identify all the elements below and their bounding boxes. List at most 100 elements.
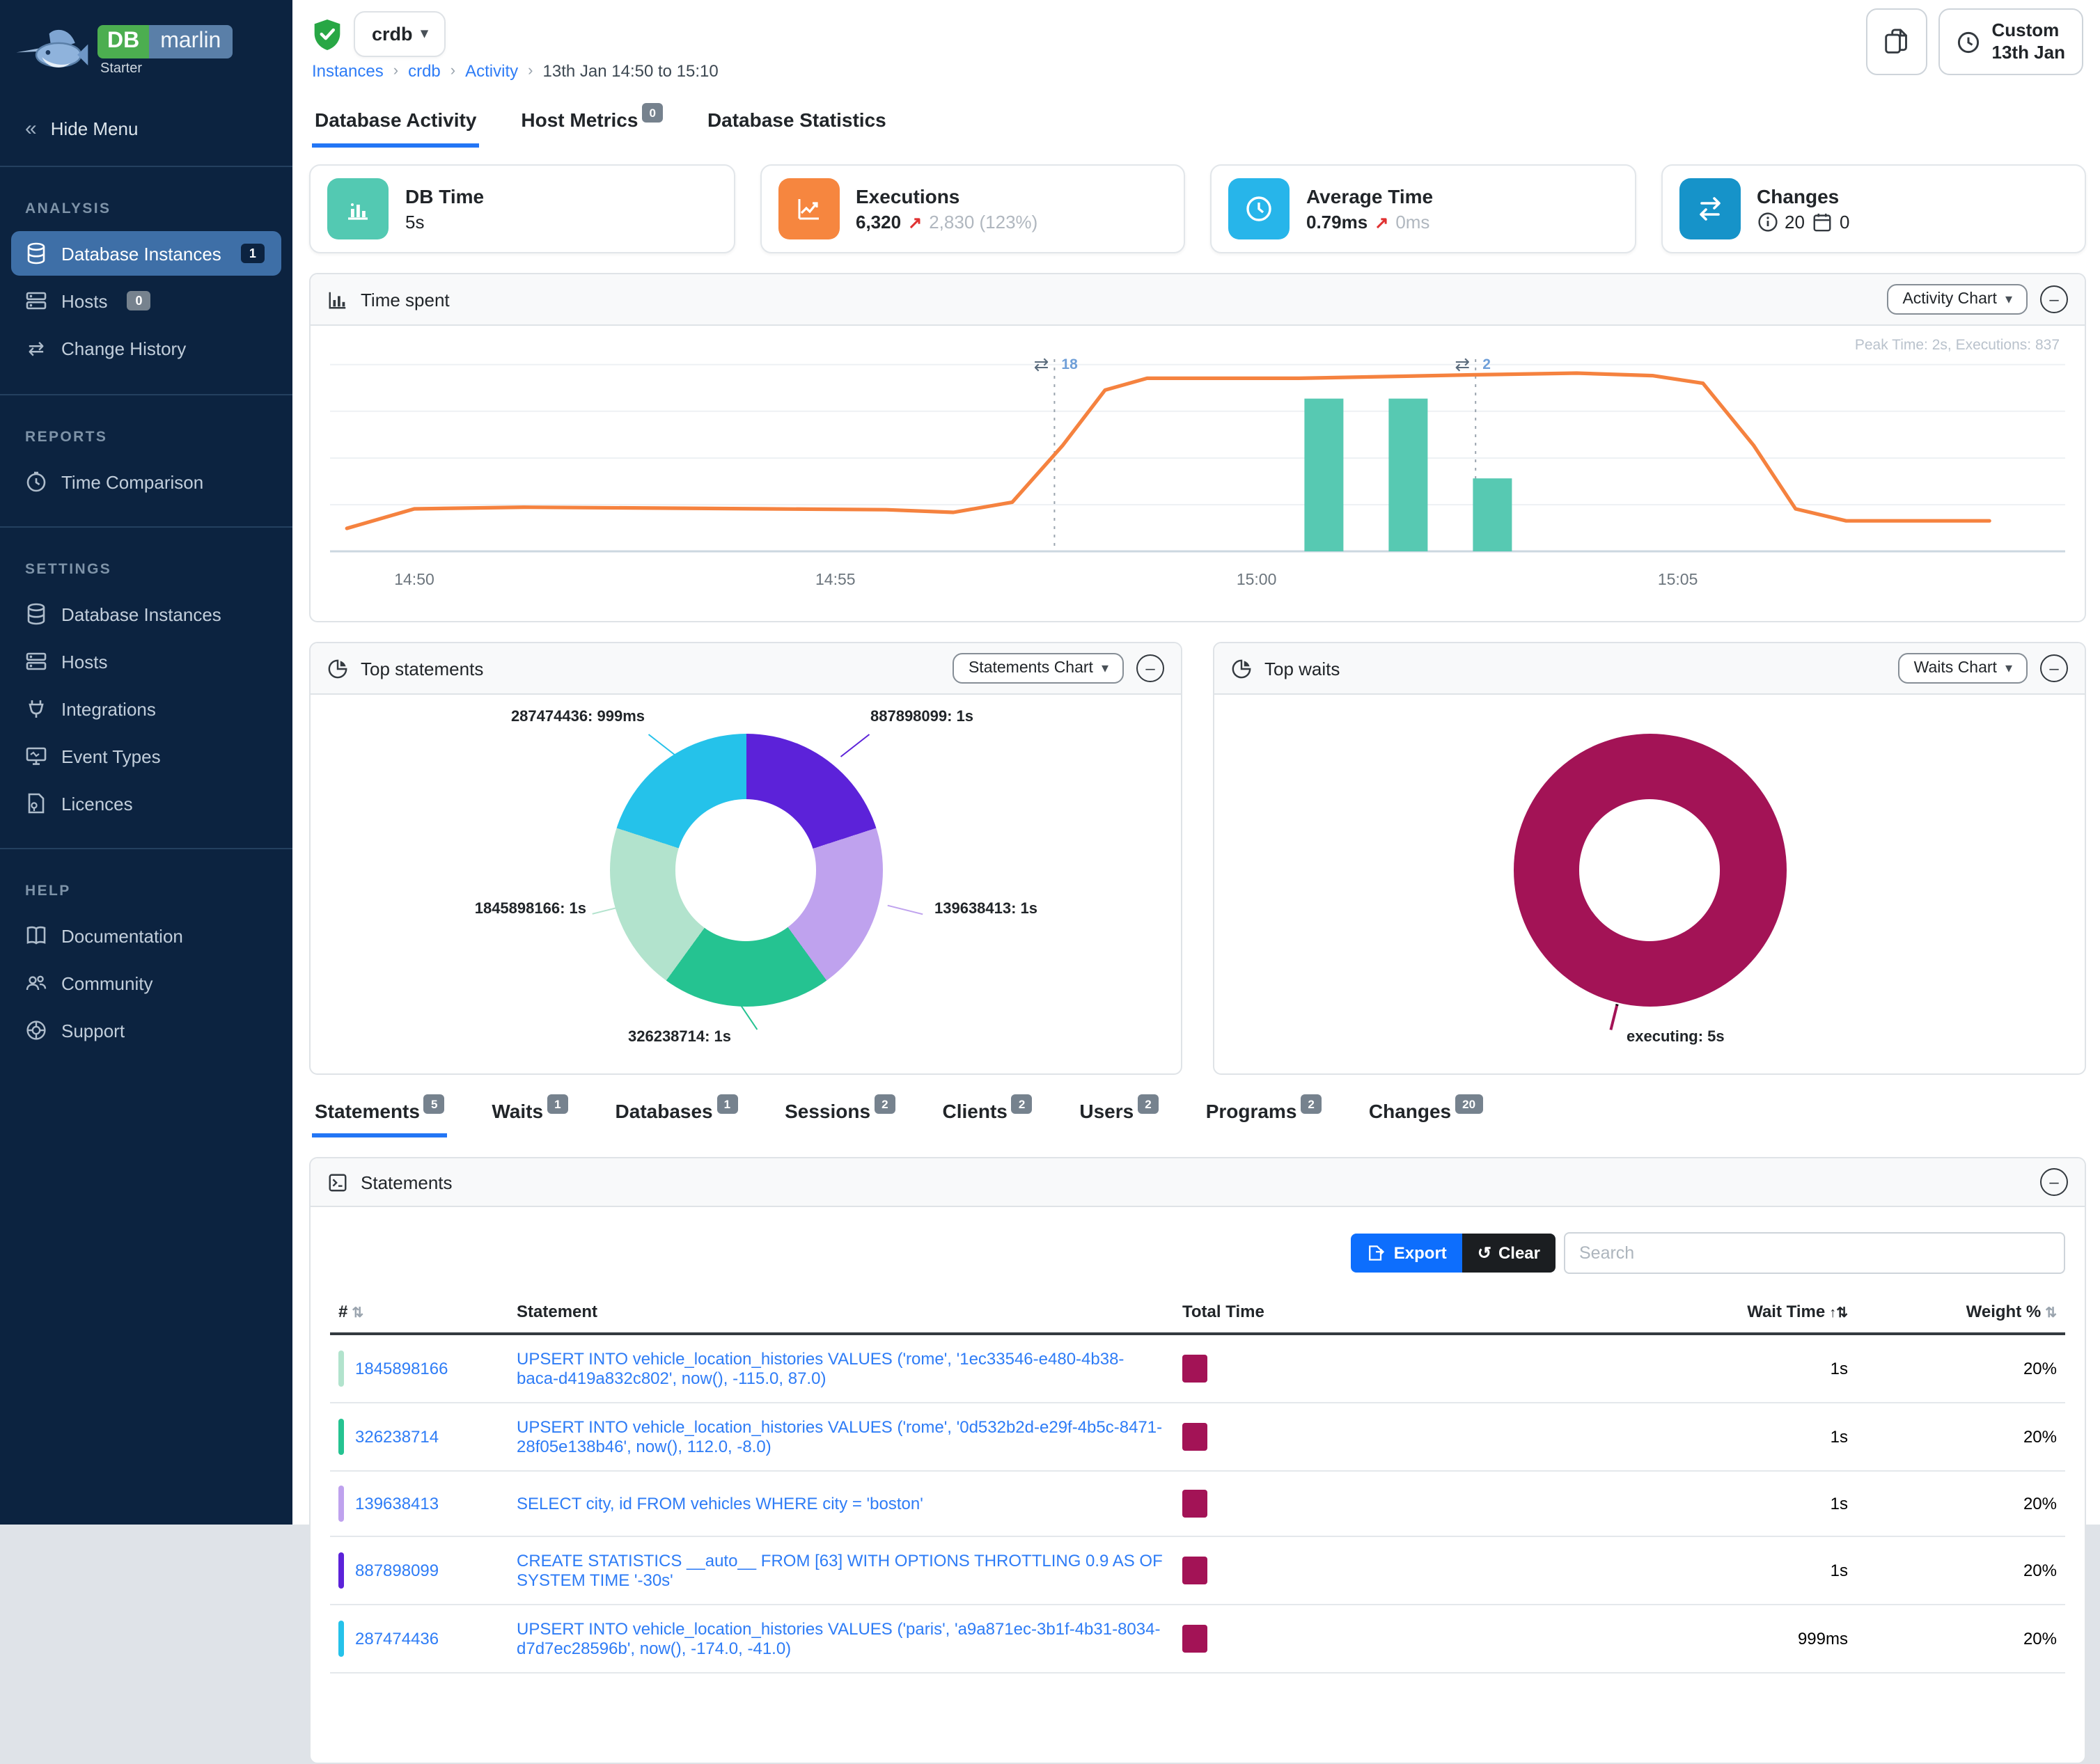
sidebar-item-documentation[interactable]: Documentation [11, 913, 281, 958]
waits-donut-chart[interactable]: executing: 5s [1214, 695, 2085, 1073]
export-button[interactable]: Export [1351, 1234, 1462, 1273]
col-header-total-time[interactable]: Total Time [1174, 1291, 1508, 1334]
search-input[interactable] [1564, 1232, 2065, 1274]
instance-selector[interactable]: crdb ▾ [354, 11, 446, 57]
statement-link[interactable]: UPSERT INTO vehicle_location_histories V… [517, 1417, 1162, 1456]
svg-text:14:50: 14:50 [394, 570, 434, 588]
sort-icon[interactable]: ↑⇅ [1829, 1306, 1848, 1321]
average-time-value: 0.79ms ↗ 0ms [1306, 212, 1433, 233]
tab-waits[interactable]: Waits1 [489, 1097, 570, 1137]
tab-database-activity[interactable]: Database Activity [312, 100, 479, 148]
tab-users[interactable]: Users2 [1076, 1097, 1161, 1137]
collapse-icon: « [25, 117, 37, 141]
up-arrow-icon: ↗ [908, 212, 922, 232]
chart-panel-icon [327, 289, 348, 310]
breadcrumb-activity[interactable]: Activity [465, 61, 518, 81]
count-badge: 0 [127, 291, 150, 310]
waits-chart-select[interactable]: Waits Chart ▾ [1899, 653, 2028, 684]
statement-color-chip [338, 1486, 344, 1522]
licence-icon [25, 792, 47, 814]
sidebar-item-settings-hosts[interactable]: Hosts [11, 639, 281, 684]
time-range-button[interactable]: Custom 13th Jan [1939, 8, 2084, 75]
collapse-panel-button[interactable]: – [2040, 654, 2068, 682]
statement-id-link[interactable]: 287474436 [355, 1629, 439, 1648]
col-header-statement[interactable]: Statement [508, 1291, 1174, 1334]
sidebar-item-settings-database-instances[interactable]: Database Instances [11, 592, 281, 636]
chevron-down-icon: ▾ [2005, 292, 2012, 307]
col-header-wait-time[interactable]: Wait Time↑⇅ [1508, 1291, 1856, 1334]
collapse-panel-button[interactable]: – [1136, 654, 1164, 682]
card-db-time: DB Time 5s [309, 164, 735, 253]
statements-table: #⇅ Statement Total Time Wait Time↑⇅ Weig… [330, 1291, 2065, 1674]
marlin-fish-icon [14, 19, 89, 81]
statement-link[interactable]: SELECT city, id FROM vehicles WHERE city… [517, 1494, 923, 1513]
line-chart-icon [793, 194, 824, 224]
waits-donut[interactable] [1513, 734, 1786, 1007]
section-title: ANALYSIS [25, 200, 270, 217]
col-header-num[interactable]: #⇅ [330, 1291, 508, 1334]
copy-link-button[interactable] [1867, 8, 1928, 75]
clock-icon [25, 471, 47, 493]
sidebar-item-support[interactable]: Support [11, 1008, 281, 1053]
clear-button[interactable]: ↺ Clear [1462, 1234, 1556, 1273]
sidebar-item-community[interactable]: Community [11, 961, 281, 1005]
dbmarlin-logo[interactable]: DB marlin Starter [0, 0, 292, 95]
statement-id-link[interactable]: 139638413 [355, 1494, 439, 1513]
statements-chart-select[interactable]: Statements Chart ▾ [953, 653, 1124, 684]
statement-link[interactable]: CREATE STATISTICS __auto__ FROM [63] WIT… [517, 1551, 1163, 1590]
breadcrumb-instances[interactable]: Instances [312, 61, 384, 81]
total-time-bar [1182, 1557, 1207, 1584]
reset-icon: ↺ [1478, 1243, 1491, 1263]
up-arrow-icon: ↗ [1374, 212, 1388, 232]
leader-line [840, 734, 870, 757]
tab-databases[interactable]: Databases1 [613, 1097, 741, 1137]
statement-id-link[interactable]: 887898099 [355, 1561, 439, 1580]
sidebar-item-time-comparison[interactable]: Time Comparison [11, 459, 281, 504]
weight-value: 20% [1856, 1403, 2065, 1471]
statements-donut[interactable] [609, 734, 882, 1007]
sidebar-item-integrations[interactable]: Integrations [11, 686, 281, 731]
tab-database-statistics[interactable]: Database Statistics [705, 100, 889, 148]
tab-host-metrics[interactable]: Host Metrics0 [518, 100, 666, 148]
time-spent-chart[interactable]: Peak Time: 2s, Executions: 837 ⇄18⇄214:5… [311, 326, 2085, 621]
statement-id-link[interactable]: 1845898166 [355, 1359, 448, 1378]
sidebar-item-licences[interactable]: Licences [11, 781, 281, 826]
sidebar-item-event-types[interactable]: Event Types [11, 734, 281, 778]
collapse-panel-button[interactable]: – [2040, 1168, 2068, 1196]
sidebar-item-hosts[interactable]: Hosts 0 [11, 278, 281, 323]
database-icon [25, 603, 47, 625]
event-monitor-icon [25, 745, 47, 767]
svg-text:2: 2 [1482, 356, 1491, 372]
table-row: 326238714 UPSERT INTO vehicle_location_h… [330, 1403, 2065, 1471]
leader-line [648, 734, 677, 757]
breadcrumb-crdb[interactable]: crdb [408, 61, 441, 81]
sidebar-item-change-history[interactable]: ⇄ Change History [11, 326, 281, 372]
sort-icon[interactable]: ⇅ [352, 1306, 363, 1321]
tab-clients[interactable]: Clients2 [940, 1097, 1035, 1137]
slice-label: 1845898166: 1s [352, 901, 586, 918]
collapse-panel-button[interactable]: – [2040, 285, 2068, 313]
topbar: crdb ▾ Custom 13th Jan Instances› [309, 0, 2086, 89]
svg-text:15:05: 15:05 [1658, 570, 1698, 588]
statement-link[interactable]: UPSERT INTO vehicle_location_histories V… [517, 1619, 1160, 1658]
statement-color-chip [338, 1552, 344, 1589]
statement-id-link[interactable]: 326238714 [355, 1427, 439, 1447]
sidebar-item-database-instances[interactable]: Database Instances 1 [11, 231, 281, 276]
sort-icon[interactable]: ⇅ [2045, 1306, 2057, 1321]
panel-title: Top waits [1264, 658, 1340, 679]
main-tabs: Database Activity Host Metrics0 Database… [312, 100, 2086, 148]
health-shield-icon [312, 17, 343, 51]
tab-statements[interactable]: Statements5 [312, 1097, 447, 1137]
activity-chart-select[interactable]: Activity Chart ▾ [1887, 284, 2028, 315]
pie-chart-icon [1231, 658, 1252, 679]
statements-donut-chart[interactable]: 887898099: 1s 139638413: 1s 326238714: 1… [311, 695, 1181, 1073]
tab-programs[interactable]: Programs2 [1203, 1097, 1324, 1137]
hide-menu-button[interactable]: « Hide Menu [0, 95, 292, 166]
statement-color-chip [338, 1419, 344, 1455]
swap-arrows-icon: ⇄ [25, 337, 47, 361]
tab-sessions[interactable]: Sessions2 [782, 1097, 898, 1137]
chevron-down-icon: ▾ [2005, 661, 2012, 676]
tab-changes[interactable]: Changes20 [1366, 1097, 1485, 1137]
statement-link[interactable]: UPSERT INTO vehicle_location_histories V… [517, 1349, 1124, 1388]
col-header-weight[interactable]: Weight %⇅ [1856, 1291, 2065, 1334]
